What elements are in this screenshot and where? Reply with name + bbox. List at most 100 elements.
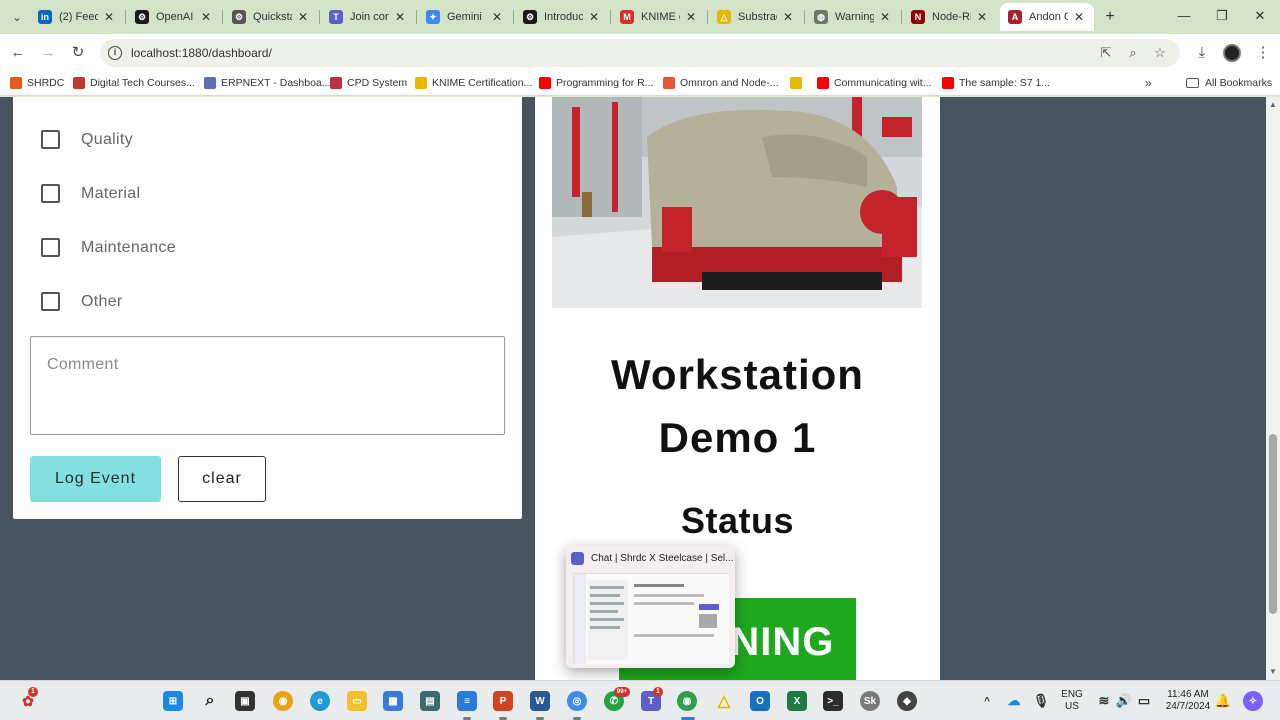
preview-thumbnail[interactable] (573, 573, 729, 664)
bookmark-item[interactable]: CPD System (330, 77, 407, 89)
onedrive-icon[interactable]: ☁ (1004, 691, 1024, 711)
chrome-icon[interactable]: ◉ (677, 691, 697, 711)
tab-close-icon[interactable]: ✕ (296, 10, 310, 24)
browser-tab[interactable]: A Andon C ✕ (1000, 3, 1094, 31)
bookmark-item[interactable]: Communicating wit... (817, 77, 931, 89)
tab-close-icon[interactable]: ✕ (393, 10, 407, 24)
browser-tab[interactable]: N Node-RED ✕ (903, 3, 997, 31)
tab-close-icon[interactable]: ✕ (199, 10, 213, 24)
sketch-app-icon[interactable]: Sk (860, 691, 880, 711)
chrome-beta-icon[interactable]: ◉ (273, 691, 293, 711)
node-red-taskbar-icon[interactable]: ◆ (897, 691, 917, 711)
browser-tab[interactable]: ◍ Warning ✕ (806, 3, 900, 31)
bookmark-item[interactable] (790, 77, 807, 89)
browser-tab[interactable]: M KNIME e ✕ (612, 3, 706, 31)
calculator-icon[interactable]: ▦ (383, 691, 403, 711)
bookmark-item[interactable]: SHRDC (10, 77, 64, 89)
site-info-icon[interactable]: i (108, 46, 122, 60)
terminal-app-icon[interactable]: ▤ (420, 691, 440, 711)
bookmarks-overflow-icon[interactable]: » (1145, 76, 1152, 90)
tray-chevron-icon[interactable]: ^ (977, 691, 997, 711)
open-in-app-icon[interactable]: ⇱ (1098, 45, 1114, 61)
checkbox-maintenance-row[interactable]: Maintenance (41, 238, 176, 257)
command-prompt-icon[interactable]: >_ (823, 691, 843, 711)
address-bar[interactable]: i localhost:1880/dashboard/ ⇱ ⌕ ☆ (100, 39, 1180, 67)
tab-separator (707, 10, 708, 24)
tab-close-icon[interactable]: ✕ (975, 10, 989, 24)
tab-close-icon[interactable]: ✕ (587, 10, 601, 24)
notepad-icon[interactable]: ≡ (457, 691, 477, 711)
tab-close-icon[interactable]: ✕ (878, 10, 892, 24)
clear-button[interactable]: clear (178, 456, 266, 502)
powerpoint-icon[interactable]: P (493, 691, 513, 711)
language-indicator[interactable]: ENG US (1058, 689, 1086, 713)
tab-close-icon[interactable]: ✕ (490, 10, 504, 24)
checkbox-other-row[interactable]: Other (41, 292, 123, 311)
checkbox-quality[interactable] (41, 130, 60, 149)
windows-start-icon[interactable]: ⊞ (163, 691, 183, 711)
copilot-icon[interactable]: ✧ (1243, 691, 1263, 711)
search-icon[interactable]: ⌕ (200, 691, 220, 711)
bookmark-item[interactable]: Omnron and Node-... (663, 77, 779, 89)
bookmark-item[interactable]: Digital Tech Courses... (73, 77, 195, 89)
comment-input[interactable] (30, 336, 505, 435)
window-close-icon[interactable]: ✕ (1250, 8, 1270, 24)
browser-tab[interactable]: ⚙ OpenAI ✕ (127, 3, 221, 31)
browser-tab[interactable]: ⚙ Introduction ✕ (515, 3, 609, 31)
task-view-icon[interactable]: ▣ (235, 691, 255, 711)
restore-icon[interactable]: ❐ (1212, 8, 1232, 24)
browser-tab[interactable]: △ Substrac ✕ (709, 3, 803, 31)
outlook-icon[interactable]: O (750, 691, 770, 711)
browser-tab[interactable]: ⚙ Quickstart ✕ (224, 3, 318, 31)
wifi-icon[interactable]: ≋ (1094, 691, 1114, 711)
checkbox-material-row[interactable]: Material (41, 184, 140, 203)
taskbar-window-preview[interactable]: Chat | Shrdc X Steelcase | Sel... (566, 546, 735, 668)
bookmark-label: KNIME Certification... (432, 77, 533, 89)
reload-icon[interactable]: ↻ (68, 43, 88, 63)
tab-close-icon[interactable]: ✕ (102, 10, 116, 24)
bookmark-item[interactable]: The sample: S7 1... (942, 77, 1050, 89)
download-icon[interactable]: ⤓ (1192, 43, 1212, 63)
browser-app-icon[interactable]: ◎ (567, 691, 587, 711)
all-bookmarks-button[interactable]: All Bookmarks (1186, 77, 1272, 89)
profile-avatar[interactable] (1223, 44, 1241, 62)
excel-icon[interactable]: X (787, 691, 807, 711)
scroll-down-icon[interactable]: ▼ (1269, 667, 1277, 676)
tab-search-chevron-icon[interactable]: ⌄ (6, 7, 28, 27)
url-text[interactable]: localhost:1880/dashboard/ (131, 46, 272, 60)
battery-icon[interactable]: ▭ (1134, 691, 1154, 711)
checkbox-maintenance[interactable] (41, 238, 60, 257)
new-tab-plus-icon[interactable]: + (1100, 7, 1120, 27)
word-icon[interactable]: W (530, 691, 550, 711)
tab-close-icon[interactable]: ✕ (684, 10, 698, 24)
edge-icon[interactable]: e (310, 691, 330, 711)
file-explorer-icon[interactable]: ▭ (347, 691, 367, 711)
browser-tab[interactable]: in (2) Feed ✕ (30, 3, 124, 31)
forward-arrow-icon[interactable]: → (38, 43, 58, 63)
knime-icon[interactable]: △ (714, 691, 734, 711)
clock[interactable]: 11:46 AM 24/7/2024 (1162, 689, 1214, 713)
bookmark-star-icon[interactable]: ☆ (1152, 45, 1168, 61)
checkbox-material[interactable] (41, 184, 60, 203)
page-scrollbar[interactable]: ▲ ▼ (1266, 97, 1280, 680)
scrollbar-thumb[interactable] (1269, 434, 1277, 614)
bookmark-item[interactable]: ERPNEXT - Dashboa... (204, 77, 331, 89)
bookmark-item[interactable]: Programming for R... (539, 77, 653, 89)
tab-close-icon[interactable]: ✕ (781, 10, 795, 24)
checkbox-other[interactable] (41, 292, 60, 311)
volume-icon[interactable]: 🔊 (1114, 691, 1134, 711)
log-event-button[interactable]: Log Event (30, 456, 161, 502)
back-arrow-icon[interactable]: ← (8, 43, 28, 63)
browser-tab[interactable]: ✦ Gemini ✕ (418, 3, 512, 31)
checkbox-quality-row[interactable]: Quality (41, 130, 133, 149)
browser-tab[interactable]: T Join conversation ✕ (321, 3, 415, 31)
minimize-icon[interactable]: — (1174, 8, 1194, 23)
notifications-icon[interactable]: 🔔 (1213, 691, 1233, 711)
tab-close-icon[interactable]: ✕ (1072, 10, 1086, 24)
microphone-icon[interactable]: 🎙 (1031, 691, 1051, 711)
zoom-icon[interactable]: ⌕ (1125, 45, 1141, 61)
bookmark-item[interactable]: KNIME Certification... (415, 77, 532, 89)
scroll-up-icon[interactable]: ▲ (1269, 100, 1277, 109)
tab-label: OpenAI (156, 11, 194, 23)
browser-menu-icon[interactable]: ⋮ (1253, 43, 1273, 63)
